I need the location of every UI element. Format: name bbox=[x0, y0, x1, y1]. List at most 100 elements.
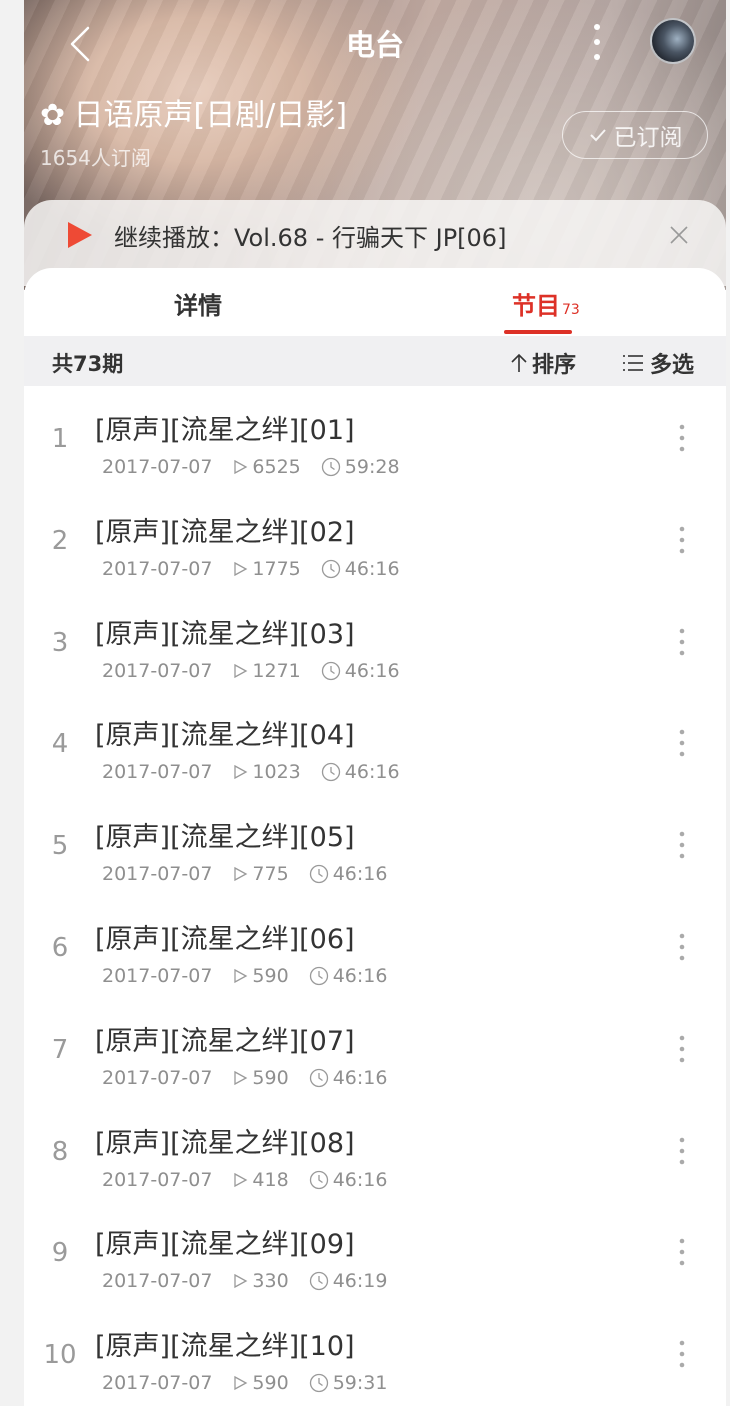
play-count-icon bbox=[234, 663, 248, 678]
episode-row[interactable]: 7 [原声][流星之绊][07] 2017-07-07 590 46:16 bbox=[24, 997, 726, 1099]
more-vertical-icon[interactable] bbox=[674, 1338, 690, 1370]
episode-index: 3 bbox=[51, 627, 69, 658]
play-count-icon bbox=[234, 1070, 248, 1085]
clock-icon bbox=[321, 661, 340, 680]
top-bar: 电台 bbox=[24, 0, 726, 84]
episode-duration: 46:16 bbox=[332, 1066, 388, 1089]
episode-date: 2017-07-07 bbox=[102, 1066, 213, 1089]
episode-meta: 2017-07-07 590 46:16 bbox=[102, 965, 387, 987]
episode-date: 2017-07-07 bbox=[102, 761, 213, 784]
episode-index: 1 bbox=[51, 424, 69, 454]
page-title: 电台 bbox=[345, 28, 404, 62]
close-icon[interactable] bbox=[668, 224, 690, 246]
clock-icon bbox=[321, 457, 340, 477]
multi-select-label: 多选 bbox=[650, 353, 695, 378]
list-toolbar: 共73期 排序 多选 bbox=[24, 336, 726, 386]
episode-plays: 330 bbox=[252, 1270, 289, 1293]
tab-detail[interactable]: 详情 bbox=[174, 286, 222, 321]
episode-row[interactable]: 3 [原声][流星之绊][03] 2017-07-07 1271 46:16 bbox=[24, 590, 726, 692]
episode-meta: 2017-07-07 775 46:16 bbox=[102, 863, 387, 885]
more-vertical-icon[interactable] bbox=[674, 829, 690, 861]
episode-row[interactable]: 8 [原声][流星之绊][08] 2017-07-07 418 46:16 bbox=[24, 1099, 726, 1201]
episode-index: 10 bbox=[43, 1340, 77, 1371]
flower-icon: ✿ bbox=[40, 98, 66, 133]
episode-plays: 775 bbox=[252, 863, 289, 886]
episode-date: 2017-07-07 bbox=[102, 1168, 213, 1191]
more-vertical-icon[interactable] bbox=[674, 1033, 690, 1065]
tab-programs[interactable]: 节目 73 bbox=[512, 286, 580, 321]
clock-icon bbox=[309, 966, 328, 986]
subscribed-button[interactable]: 已订阅 bbox=[562, 111, 708, 159]
episode-date: 2017-07-07 bbox=[102, 1270, 213, 1293]
episode-meta: 2017-07-07 590 59:31 bbox=[102, 1372, 387, 1394]
episode-index: 7 bbox=[51, 1034, 69, 1065]
play-count-icon bbox=[234, 1376, 248, 1391]
episode-index: 9 bbox=[51, 1238, 69, 1269]
episode-duration: 46:16 bbox=[344, 761, 400, 784]
radio-title: ✿ 日语原声[日剧/日影] bbox=[40, 90, 347, 134]
episode-title: [原声][流星之绊][02] bbox=[95, 516, 355, 548]
episode-row[interactable]: 9 [原声][流星之绊][09] 2017-07-07 330 46:19 bbox=[24, 1200, 726, 1302]
more-vertical-icon[interactable] bbox=[588, 20, 606, 64]
continue-play-text: 继续播放：Vol.68 - 行骗天下 JP[06] bbox=[114, 224, 507, 252]
episode-row[interactable]: 10 [原声][流星之绊][10] 2017-07-07 590 59:31 bbox=[24, 1302, 726, 1404]
more-vertical-icon[interactable] bbox=[674, 931, 690, 963]
episode-meta: 2017-07-07 590 46:16 bbox=[102, 1067, 387, 1089]
episode-row[interactable]: 6 [原声][流星之绊][06] 2017-07-07 590 46:16 bbox=[24, 895, 726, 997]
episode-title: [原声][流星之绊][03] bbox=[95, 618, 355, 650]
play-count-icon bbox=[234, 867, 248, 882]
episode-plays: 1775 bbox=[252, 557, 301, 580]
episode-title: [原声][流星之绊][06] bbox=[95, 923, 355, 955]
episode-duration: 46:16 bbox=[344, 557, 400, 580]
more-vertical-icon[interactable] bbox=[674, 524, 690, 556]
avatar[interactable] bbox=[650, 18, 696, 64]
episode-duration: 46:16 bbox=[332, 964, 388, 987]
more-vertical-icon[interactable] bbox=[674, 626, 690, 658]
episode-total: 共73期 bbox=[52, 352, 124, 376]
clock-icon bbox=[309, 1374, 328, 1393]
episode-index: 6 bbox=[51, 932, 69, 963]
episode-plays: 1023 bbox=[252, 761, 301, 784]
episode-index: 2 bbox=[51, 525, 69, 556]
tab-bar: 详情 节目 73 bbox=[24, 268, 726, 336]
episode-plays: 1271 bbox=[252, 659, 301, 682]
episode-date: 2017-07-07 bbox=[102, 964, 213, 987]
play-count-icon bbox=[234, 561, 248, 576]
episode-date: 2017-07-07 bbox=[102, 863, 213, 886]
play-count-icon bbox=[234, 459, 248, 475]
episode-duration: 46:16 bbox=[332, 1168, 388, 1191]
episode-date: 2017-07-07 bbox=[102, 659, 213, 682]
episode-title: [原声][流星之绊][08] bbox=[95, 1127, 355, 1159]
episode-index: 4 bbox=[51, 729, 69, 760]
more-vertical-icon[interactable] bbox=[674, 727, 690, 759]
episode-index: 8 bbox=[51, 1136, 69, 1167]
play-icon bbox=[68, 222, 92, 248]
episode-plays: 590 bbox=[252, 964, 289, 987]
clock-icon bbox=[321, 559, 340, 578]
episode-date: 2017-07-07 bbox=[102, 1372, 213, 1395]
episode-row[interactable]: 5 [原声][流星之绊][05] 2017-07-07 775 46:16 bbox=[24, 793, 726, 895]
episode-list: 1 [原声][流星之绊][01] 2017-07-07 6525 59:28 2… bbox=[24, 386, 726, 1404]
multi-select-button[interactable]: 多选 bbox=[622, 347, 694, 379]
episode-duration: 46:19 bbox=[332, 1270, 388, 1293]
episode-title: [原声][流星之绊][04] bbox=[95, 720, 355, 752]
episode-row[interactable]: 1 [原声][流星之绊][01] 2017-07-07 6525 59:28 bbox=[24, 386, 726, 488]
more-vertical-icon[interactable] bbox=[674, 1135, 690, 1167]
radio-screen: 电台 ✿ 日语原声[日剧/日影] 1654人订阅 已订阅 继续播放：Vol.68… bbox=[24, 0, 726, 1406]
more-vertical-icon[interactable] bbox=[674, 422, 690, 454]
episode-meta: 2017-07-07 330 46:19 bbox=[102, 1270, 387, 1292]
episode-row[interactable]: 2 [原声][流星之绊][02] 2017-07-07 1775 46:16 bbox=[24, 488, 726, 590]
clock-icon bbox=[309, 865, 328, 884]
sort-button[interactable]: 排序 bbox=[510, 347, 576, 379]
episode-row[interactable]: 4 [原声][流星之绊][04] 2017-07-07 1023 46:16 bbox=[24, 691, 726, 793]
episode-index: 5 bbox=[51, 831, 69, 862]
subscribed-label: 已订阅 bbox=[613, 125, 683, 151]
episode-date: 2017-07-07 bbox=[102, 557, 213, 580]
arrow-up-icon bbox=[511, 353, 527, 372]
tab-programs-count: 73 bbox=[562, 302, 580, 318]
episode-duration: 46:16 bbox=[344, 659, 400, 682]
more-vertical-icon[interactable] bbox=[674, 1236, 690, 1268]
sort-label: 排序 bbox=[532, 353, 577, 378]
check-icon bbox=[589, 129, 606, 142]
play-count-icon bbox=[234, 968, 248, 984]
